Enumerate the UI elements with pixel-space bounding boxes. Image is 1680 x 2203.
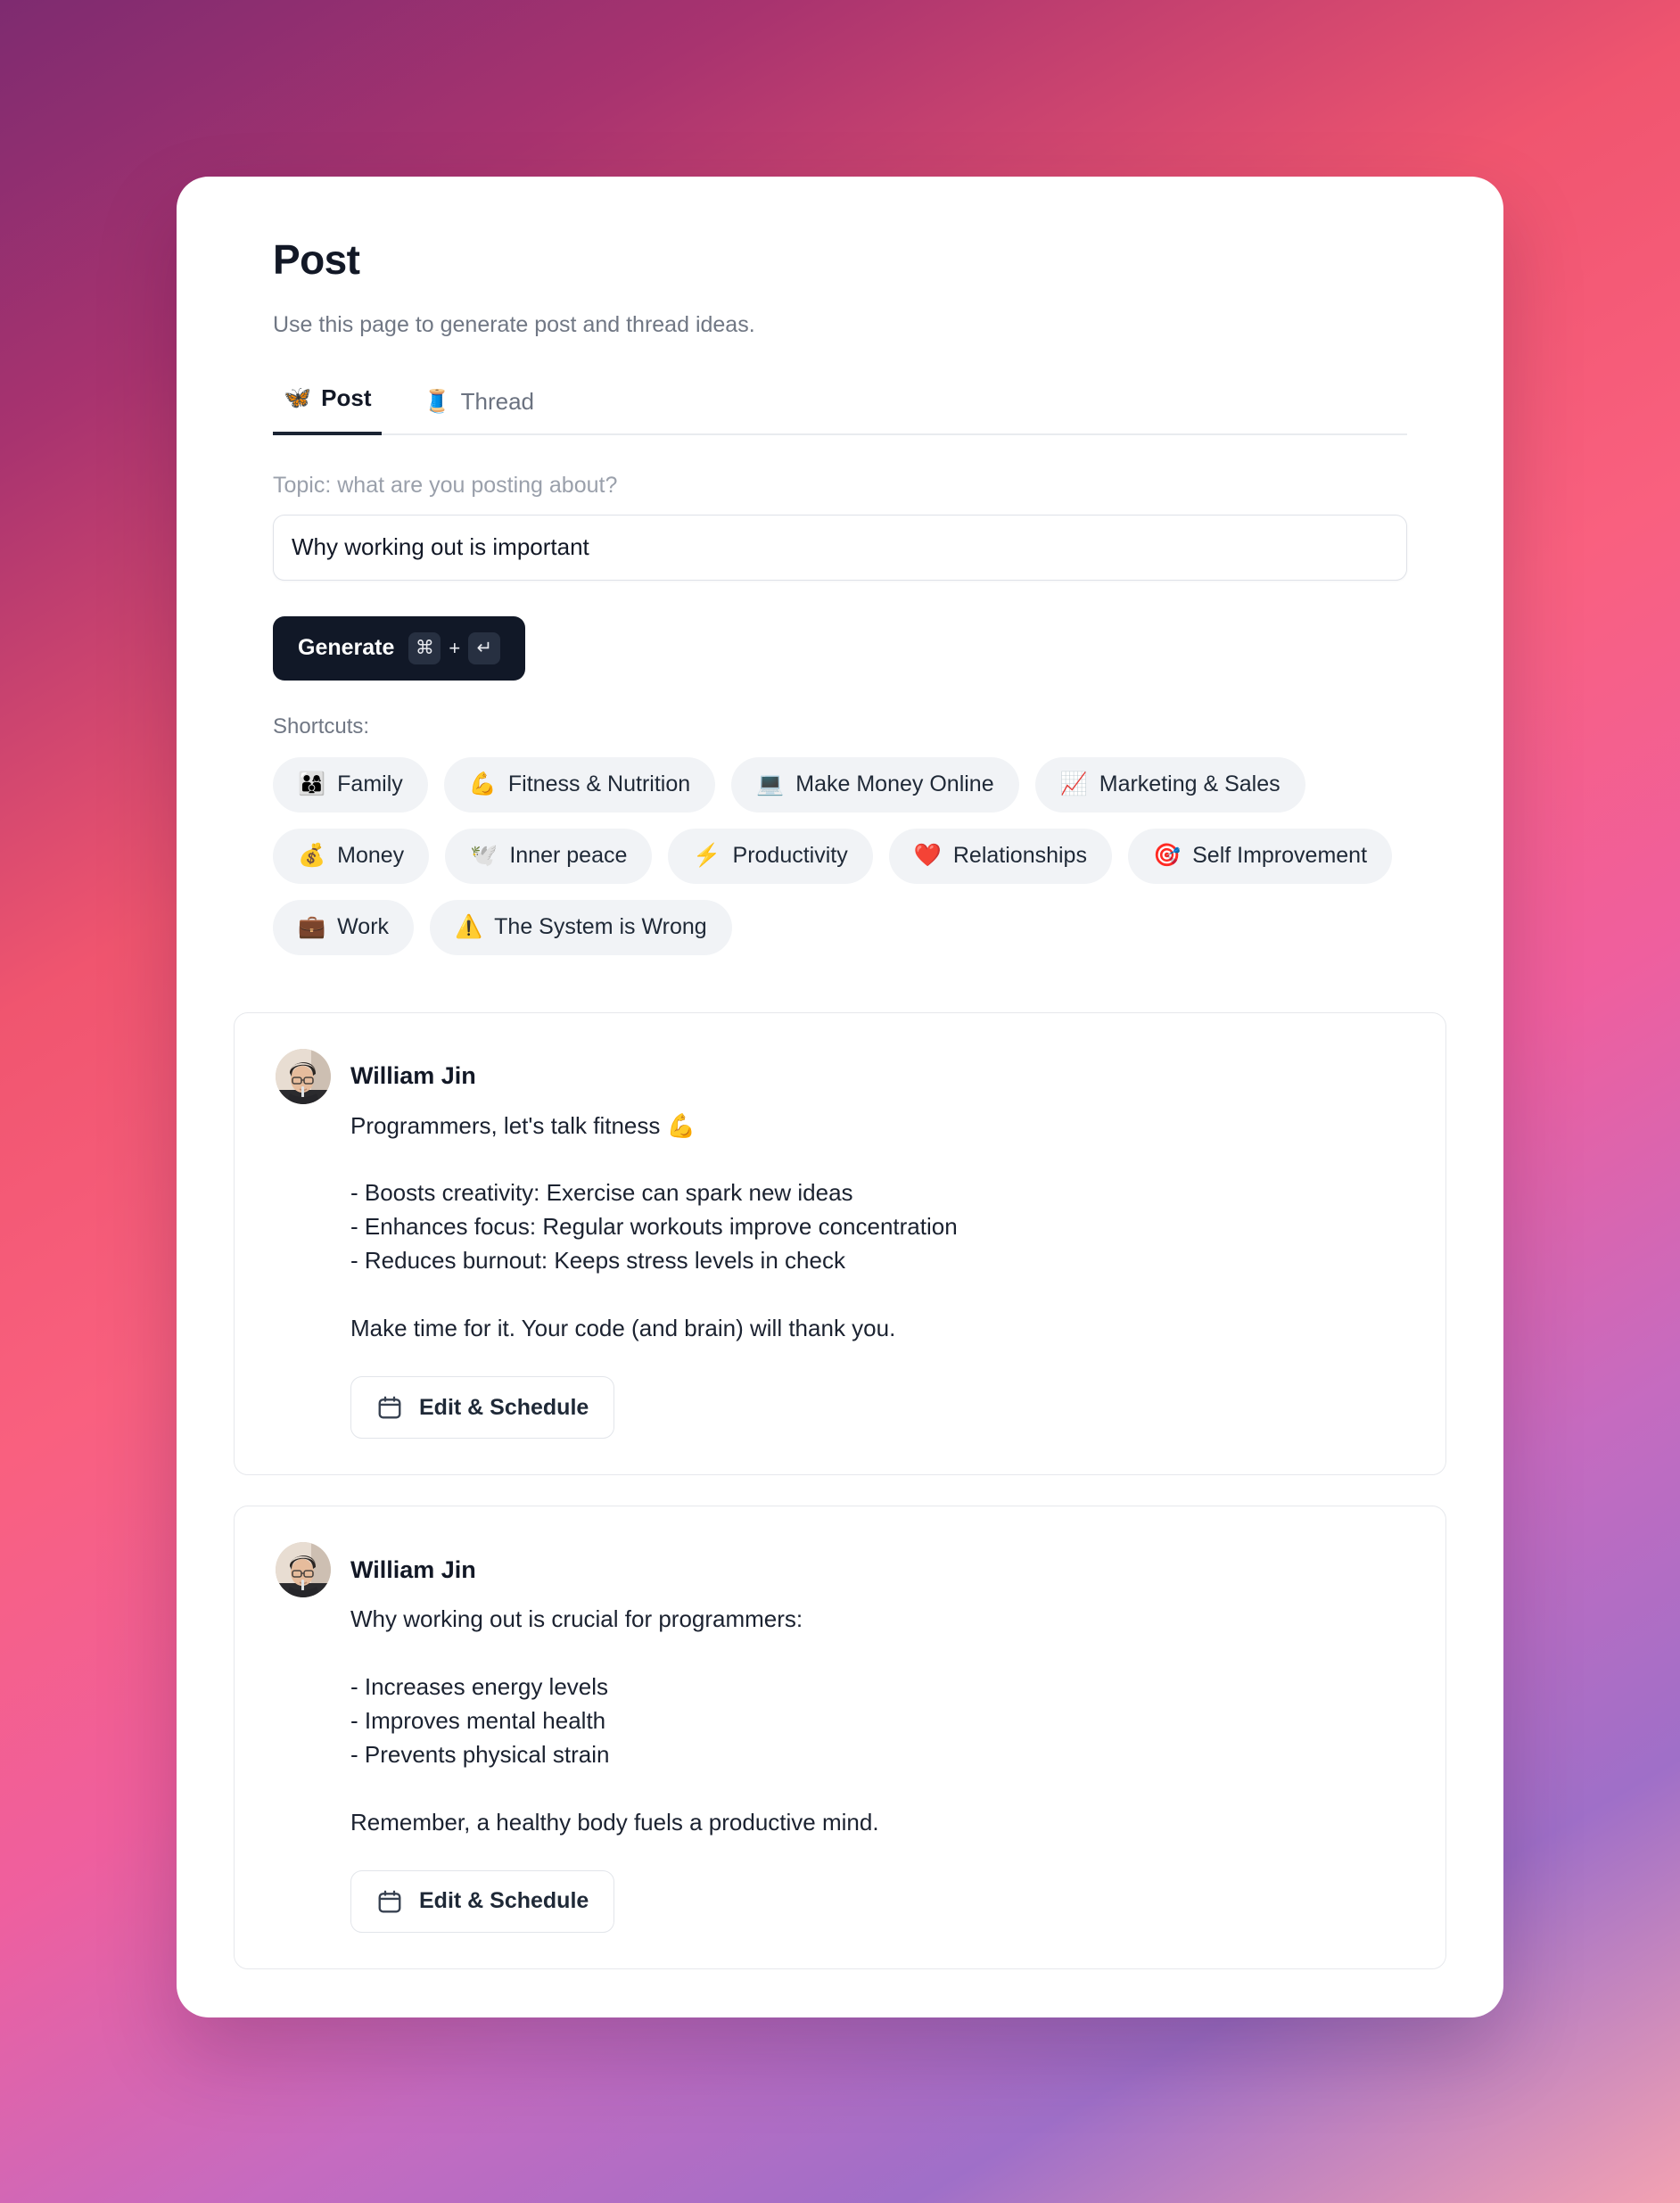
generated-post-card: William Jin Programmers, let's talk fitne… (234, 1011, 1446, 1476)
shortcut-chip-label: Inner peace (509, 843, 628, 868)
post-header: William Jin (276, 1542, 1404, 1598)
post-header: William Jin (276, 1048, 1404, 1104)
shortcut-chip[interactable]: 💻 Make Money Online (731, 756, 1019, 813)
shortcut-chip[interactable]: 👨‍👩‍👦 Family (273, 756, 428, 813)
family-icon: 👨‍👩‍👦 (298, 771, 326, 796)
tab-post-label: Post (321, 384, 372, 411)
shortcut-chip-label: Marketing & Sales (1099, 771, 1281, 796)
warning-icon: ⚠️ (455, 914, 483, 939)
shortcut-chip-label: Money (337, 843, 405, 868)
post-author-name: William Jin (350, 1062, 476, 1089)
dove-icon: 🕊️ (470, 843, 498, 868)
key-command: ⌘ (408, 631, 441, 664)
red-heart-icon: ❤️ (913, 843, 942, 868)
page-title: Post (273, 236, 360, 283)
app-card: Post Use this page to generate post and … (177, 177, 1503, 2017)
edit-and-schedule-label: Edit & Schedule (419, 1394, 589, 1420)
shortcut-chip[interactable]: 💪 Fitness & Nutrition (443, 756, 716, 813)
generate-shortcut-hint: ⌘ + ↵ (408, 631, 501, 664)
key-enter: ↵ (468, 631, 501, 664)
shortcut-chip-list: 👨‍👩‍👦 Family 💪 Fitness & Nutrition 💻 Make Mon… (273, 756, 1407, 955)
generate-button[interactable]: Generate ⌘ + ↵ (273, 615, 526, 681)
bullseye-icon: 🎯 (1152, 843, 1182, 868)
tab-thread-label: Thread (460, 387, 535, 415)
briefcase-icon: 💼 (298, 914, 326, 939)
post-body-text: Programmers, let's talk fitness 💪 - Boos… (350, 1111, 958, 1342)
shortcut-chip-label: Make Money Online (795, 771, 994, 796)
key-plus: + (449, 636, 461, 659)
money-bag-icon: 💰 (298, 843, 326, 868)
generate-button-label: Generate (298, 635, 395, 660)
laptop-icon: 💻 (756, 771, 785, 796)
post-body-text: Why working out is crucial for programme… (350, 1605, 879, 1836)
topic-label: Topic: what are you posting about? (273, 472, 618, 498)
flexed-biceps-icon: 💪 (468, 771, 497, 796)
shortcut-chip-label: The System is Wrong (494, 914, 707, 939)
shortcut-chip-label: Relationships (952, 843, 1087, 868)
butterfly-icon: 🦋 (284, 384, 312, 410)
calendar-icon (376, 1394, 403, 1421)
shortcut-chip[interactable]: ⚠️ The System is Wrong (430, 899, 732, 955)
shortcut-chip-label: Family (337, 771, 403, 796)
page-subtitle: Use this page to generate post and threa… (273, 312, 755, 337)
card-content: Post Use this page to generate post and … (177, 177, 1503, 955)
shortcut-chip-label: Productivity (732, 843, 848, 868)
shortcut-chip[interactable]: 📈 Marketing & Sales (1034, 756, 1305, 813)
edit-and-schedule-button[interactable]: Edit & Schedule (350, 1869, 615, 1933)
shortcut-chip-label: Work (337, 914, 390, 939)
edit-and-schedule-button[interactable]: Edit & Schedule (350, 1376, 615, 1440)
avatar (276, 1542, 331, 1598)
edit-and-schedule-label: Edit & Schedule (419, 1888, 589, 1914)
shortcut-chip[interactable]: 🕊️ Inner peace (445, 828, 653, 884)
tab-post[interactable]: 🦋 Post (273, 379, 383, 435)
chart-increasing-icon: 📈 (1059, 771, 1088, 796)
shortcut-chip[interactable]: 🎯 Self Improvement (1127, 828, 1393, 884)
tab-thread[interactable]: 🧵 Thread (412, 383, 545, 435)
calendar-icon (376, 1888, 403, 1915)
topic-input[interactable] (273, 514, 1407, 581)
shortcut-chip[interactable]: ❤️ Relationships (888, 828, 1112, 884)
shortcuts-label: Shortcuts: (273, 714, 370, 738)
generated-results-list: William Jin Programmers, let's talk fitne… (177, 1011, 1503, 2018)
lightning-icon: ⚡ (693, 843, 721, 868)
avatar (276, 1048, 331, 1104)
shortcut-chip-label: Fitness & Nutrition (507, 771, 691, 796)
shortcut-chip-label: Self Improvement (1192, 843, 1368, 868)
shortcut-chip[interactable]: 💰 Money (273, 828, 430, 884)
tab-bar: 🦋 Post 🧵 Thread (273, 379, 1407, 435)
shortcut-chip[interactable]: 💼 Work (273, 899, 415, 955)
post-author-name: William Jin (350, 1555, 476, 1583)
shortcut-chip[interactable]: ⚡ Productivity (668, 828, 873, 884)
thread-spool-icon: 🧵 (423, 388, 451, 414)
generated-post-card: William Jin Why working out is crucial fo… (234, 1506, 1446, 1969)
